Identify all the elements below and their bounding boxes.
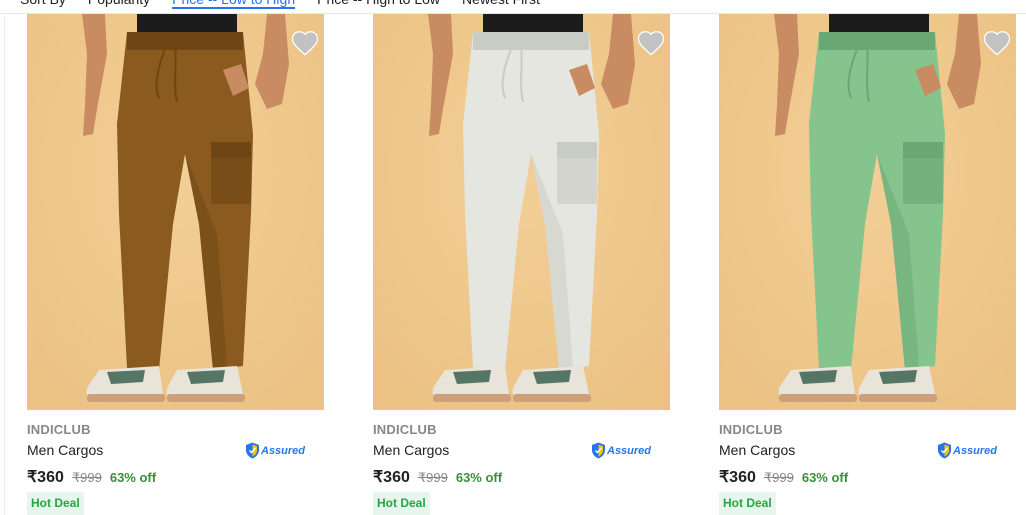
- hot-deal-badge: Hot Deal: [719, 492, 776, 515]
- product-image[interactable]: [27, 14, 324, 410]
- product-image[interactable]: [719, 14, 1016, 410]
- assured-label: Assured: [607, 444, 652, 457]
- sort-label: Sort By: [20, 0, 66, 9]
- assured-shield-icon: [246, 442, 259, 459]
- selling-price: ₹360: [719, 469, 756, 486]
- product-card[interactable]: INDICLUB Men Cargos Assured ₹360 ₹999 63…: [27, 14, 324, 515]
- assured-label: Assured: [953, 444, 998, 457]
- divider: [4, 13, 5, 515]
- selling-price: ₹360: [373, 469, 410, 486]
- original-price: ₹999: [763, 470, 794, 485]
- assured-label: Assured: [261, 444, 306, 457]
- sort-option-newest[interactable]: Newest First: [462, 0, 540, 9]
- discount-percent: 63% off: [801, 470, 849, 485]
- selling-price: ₹360: [27, 469, 64, 486]
- product-card[interactable]: INDICLUB Men Cargos Assured ₹360 ₹999 63…: [719, 14, 1016, 515]
- assured-badge: Assured: [937, 442, 997, 459]
- wishlist-heart-icon[interactable]: [290, 28, 320, 58]
- sort-option-price-low-high[interactable]: Price -- Low to High: [172, 0, 296, 9]
- wishlist-heart-icon[interactable]: [636, 28, 666, 58]
- product-card[interactable]: INDICLUB Men Cargos Assured ₹360 ₹999 63…: [373, 14, 670, 515]
- assured-shield-icon: [592, 442, 605, 459]
- product-title[interactable]: Men Cargos: [719, 442, 795, 458]
- sort-option-popularity[interactable]: Popularity: [88, 0, 150, 9]
- price-row: ₹360 ₹999 63% off: [27, 467, 156, 487]
- price-row: ₹360 ₹999 63% off: [719, 467, 848, 487]
- discount-percent: 63% off: [109, 470, 157, 485]
- product-brand: INDICLUB: [27, 422, 91, 437]
- sort-option-price-high-low[interactable]: Price -- High to Low: [317, 0, 440, 9]
- original-price: ₹999: [417, 470, 448, 485]
- assured-badge: Assured: [245, 442, 305, 459]
- product-brand: INDICLUB: [719, 422, 783, 437]
- assured-badge: Assured: [591, 442, 651, 459]
- wishlist-heart-icon[interactable]: [982, 28, 1012, 58]
- product-title[interactable]: Men Cargos: [373, 442, 449, 458]
- hot-deal-badge: Hot Deal: [27, 492, 84, 515]
- assured-shield-icon: [938, 442, 951, 459]
- product-image[interactable]: [373, 14, 670, 410]
- sort-bar: Sort By Popularity Price -- Low to High …: [0, 0, 1026, 14]
- price-row: ₹360 ₹999 63% off: [373, 467, 502, 487]
- product-brand: INDICLUB: [373, 422, 437, 437]
- original-price: ₹999: [71, 470, 102, 485]
- discount-percent: 63% off: [455, 470, 503, 485]
- hot-deal-badge: Hot Deal: [373, 492, 430, 515]
- product-title[interactable]: Men Cargos: [27, 442, 103, 458]
